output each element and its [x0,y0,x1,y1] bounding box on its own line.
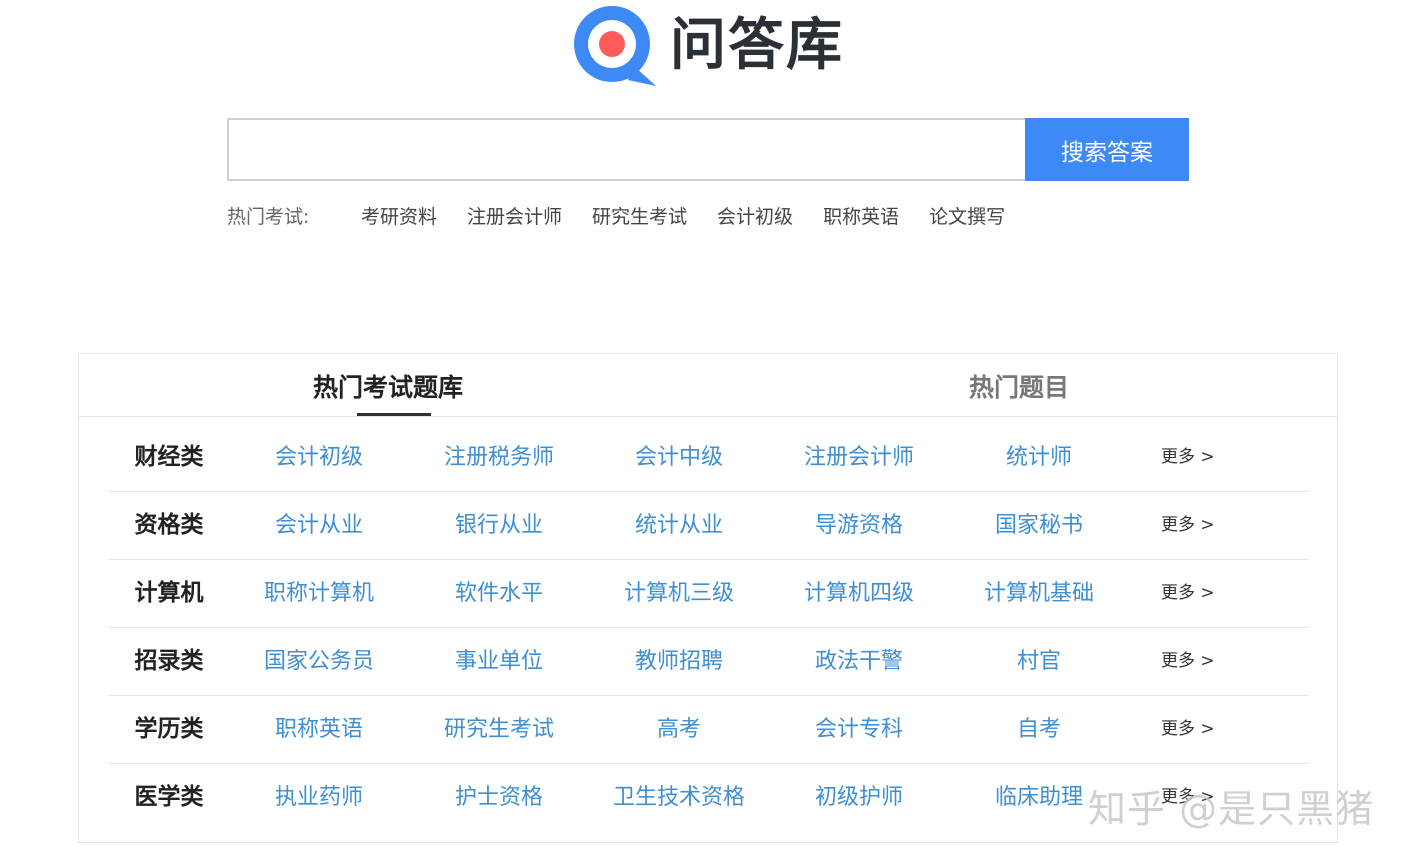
hot-exam-link[interactable]: 考研资料 [361,202,437,229]
category-title: 财经类 [134,444,204,470]
exam-link[interactable]: 自考 [949,696,1129,763]
exam-link[interactable]: 国家公务员 [229,628,409,695]
exam-link[interactable]: 护士资格 [409,764,589,831]
hot-exam-link[interactable]: 职称英语 [823,202,899,229]
hot-exams-bar: 热门考试: 考研资料 注册会计师 研究生考试 会计初级 职称英语 论文撰写 [227,200,1035,230]
exam-link[interactable]: 职称英语 [229,696,409,763]
category-row-recruitment: 招录类 国家公务员 事业单位 教师招聘 政法干警 村官 更多 > [109,628,1309,696]
exam-link[interactable]: 会计初级 [229,424,409,491]
exam-link[interactable]: 国家秘书 [949,492,1129,559]
exam-link[interactable]: 统计从业 [589,492,769,559]
exam-link[interactable]: 初级护师 [769,764,949,831]
tab-hot-exam-bank[interactable]: 热门考试题库 [313,368,463,404]
search-answer-button[interactable]: 搜索答案 [1025,118,1189,181]
more-link[interactable]: 更多 > [1161,492,1215,559]
more-link[interactable]: 更多 > [1161,696,1215,763]
logo-text: 问答库 [670,13,844,78]
exam-link[interactable]: 银行从业 [409,492,589,559]
exam-link[interactable]: 统计师 [949,424,1129,491]
exam-link[interactable]: 软件水平 [409,560,589,627]
exam-link[interactable]: 会计中级 [589,424,769,491]
logo-q-icon [572,6,656,86]
hot-exam-link[interactable]: 研究生考试 [592,202,687,229]
category-row-education: 学历类 职称英语 研究生考试 高考 会计专科 自考 更多 > [109,696,1309,764]
exam-bank-panel: 热门考试题库 热门题目 财经类 会计初级 注册税务师 会计中级 注册会计师 统计… [78,353,1338,843]
category-row-finance: 财经类 会计初级 注册税务师 会计中级 注册会计师 统计师 更多 > [109,424,1309,492]
category-row-qualification: 资格类 会计从业 银行从业 统计从业 导游资格 国家秘书 更多 > [109,492,1309,560]
exam-link[interactable]: 村官 [949,628,1129,695]
exam-link[interactable]: 卫生技术资格 [589,764,769,831]
category-title: 资格类 [134,512,204,538]
active-tab-indicator [357,413,431,416]
more-link[interactable]: 更多 > [1161,560,1215,627]
search-input[interactable] [227,118,1025,181]
hot-exam-link[interactable]: 注册会计师 [467,202,562,229]
exam-link[interactable]: 会计从业 [229,492,409,559]
exam-link[interactable]: 高考 [589,696,769,763]
more-link[interactable]: 更多 > [1161,424,1215,491]
more-link[interactable]: 更多 > [1161,628,1215,695]
hot-exams-label: 热门考试: [227,205,310,228]
exam-link[interactable]: 导游资格 [769,492,949,559]
exam-link[interactable]: 教师招聘 [589,628,769,695]
exam-link[interactable]: 注册会计师 [769,424,949,491]
search-bar: 搜索答案 [227,118,1189,181]
category-title: 学历类 [134,716,204,742]
exam-link[interactable]: 注册税务师 [409,424,589,491]
zhihu-watermark: 知乎 @是只黑猪 [1088,787,1375,831]
hot-exam-link[interactable]: 会计初级 [717,202,793,229]
exam-link[interactable]: 计算机基础 [949,560,1129,627]
exam-link[interactable]: 计算机三级 [589,560,769,627]
category-row-computer: 计算机 职称计算机 软件水平 计算机三级 计算机四级 计算机基础 更多 > [109,560,1309,628]
category-list: 财经类 会计初级 注册税务师 会计中级 注册会计师 统计师 更多 > 资格类 会… [109,424,1309,831]
category-title: 招录类 [134,648,204,674]
exam-link[interactable]: 职称计算机 [229,560,409,627]
site-logo[interactable]: 问答库 [572,6,844,86]
exam-link[interactable]: 政法干警 [769,628,949,695]
category-title: 医学类 [134,784,204,810]
exam-link[interactable]: 研究生考试 [409,696,589,763]
tab-hot-questions[interactable]: 热门题目 [969,368,1069,404]
exam-link[interactable]: 会计专科 [769,696,949,763]
category-title: 计算机 [134,580,204,606]
exam-link[interactable]: 事业单位 [409,628,589,695]
exam-link[interactable]: 执业药师 [229,764,409,831]
hot-exam-link[interactable]: 论文撰写 [929,202,1005,229]
panel-tabs: 热门考试题库 热门题目 [79,354,1337,417]
exam-link[interactable]: 计算机四级 [769,560,949,627]
